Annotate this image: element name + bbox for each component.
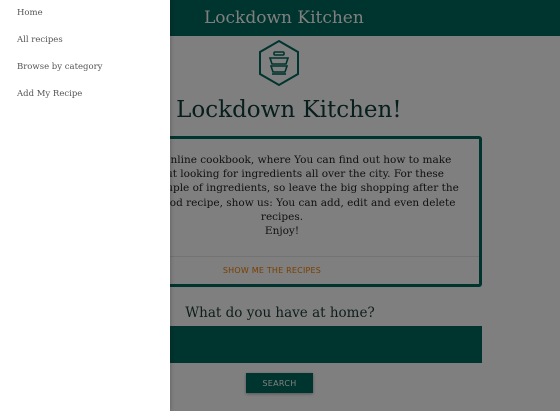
sidenav-item-home[interactable]: Home xyxy=(0,0,170,27)
sidenav-item-browse-by-category[interactable]: Browse by category xyxy=(0,54,170,81)
side-navigation-drawer: Home All recipes Browse by category Add … xyxy=(0,0,170,411)
sidenav-item-all-recipes[interactable]: All recipes xyxy=(0,27,170,54)
sidenav-item-add-my-recipe[interactable]: Add My Recipe xyxy=(0,81,170,108)
